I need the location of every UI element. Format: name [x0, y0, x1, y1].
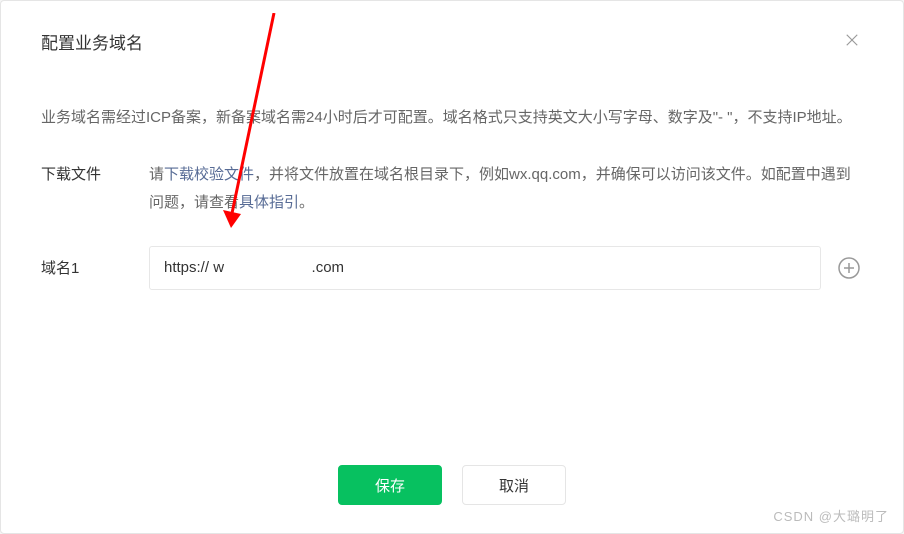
download-text-end: 。	[299, 194, 314, 211]
download-verify-link[interactable]: 下载校验文件	[164, 166, 254, 183]
download-label: 下载文件	[41, 161, 149, 184]
config-domain-modal: 配置业务域名 业务域名需经过ICP备案，新备案域名需24小时后才可配置。域名格式…	[0, 0, 904, 534]
guide-link[interactable]: 具体指引	[239, 194, 299, 211]
add-domain-button[interactable]	[835, 254, 863, 282]
description-text: 业务域名需经过ICP备案，新备案域名需24小时后才可配置。域名格式只支持英文大小…	[41, 104, 863, 133]
domain-row: 域名1	[41, 246, 863, 290]
download-text-before: 请	[149, 166, 164, 183]
close-icon[interactable]	[841, 29, 863, 51]
download-content: 请下载校验文件，并将文件放置在域名根目录下，例如wx.qq.com，并确保可以访…	[149, 161, 863, 218]
domain-input[interactable]	[149, 246, 821, 290]
modal-header: 配置业务域名	[1, 1, 903, 64]
domain-label: 域名1	[41, 257, 149, 278]
watermark-text: CSDN @大璐明了	[773, 506, 889, 525]
download-row: 下载文件 请下载校验文件，并将文件放置在域名根目录下，例如wx.qq.com，并…	[41, 161, 863, 218]
save-button[interactable]: 保存	[338, 465, 442, 505]
modal-title: 配置业务域名	[41, 29, 143, 54]
modal-body: 业务域名需经过ICP备案，新备案域名需24小时后才可配置。域名格式只支持英文大小…	[1, 64, 903, 310]
modal-footer: 保存 取消	[1, 465, 903, 505]
cancel-button[interactable]: 取消	[462, 465, 566, 505]
